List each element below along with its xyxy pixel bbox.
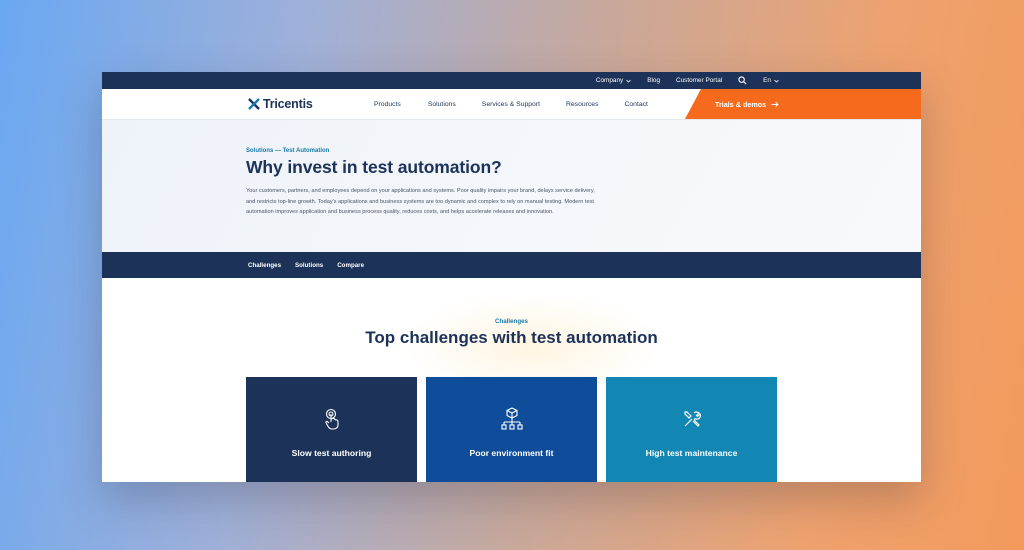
nav-contact[interactable]: Contact xyxy=(624,101,647,108)
search-icon xyxy=(738,76,747,85)
tools-icon xyxy=(683,407,701,431)
card-high-test-maintenance[interactable]: High test maintenance xyxy=(606,377,777,482)
logo-text: Tricentis xyxy=(263,97,313,111)
customer-portal-link[interactable]: Customer Portal xyxy=(676,77,722,84)
card-slow-test-authoring[interactable]: Slow test authoring xyxy=(246,377,417,482)
hero-description: Your customers, partners, and employees … xyxy=(246,188,595,216)
language-selector[interactable]: En xyxy=(763,77,779,84)
trials-demos-button[interactable]: Trials & demos xyxy=(685,89,921,119)
nav-solutions[interactable]: Solutions xyxy=(428,101,456,108)
card-poor-environment-fit[interactable]: Poor environment fit xyxy=(426,377,597,482)
arrow-right-icon xyxy=(771,101,779,107)
blog-link[interactable]: Blog xyxy=(647,77,660,84)
challenge-cards: Slow test authoring Poor environment fit xyxy=(246,377,777,482)
card-label: Slow test authoring xyxy=(291,448,372,458)
section-nav-compare[interactable]: Compare xyxy=(337,262,364,269)
tricentis-logo-icon xyxy=(248,98,260,110)
breadcrumb[interactable]: Solutions — Test Automation xyxy=(246,148,606,154)
nav-links: Products Solutions Services & Support Re… xyxy=(374,89,648,119)
section-nav-challenges[interactable]: Challenges xyxy=(248,262,281,269)
hero-content: Solutions — Test Automation Why invest i… xyxy=(246,148,606,218)
challenges-title: Top challenges with test automation xyxy=(365,328,658,347)
logo[interactable]: Tricentis xyxy=(248,97,313,111)
challenges-eyebrow: Challenges xyxy=(494,318,528,325)
company-menu[interactable]: Company xyxy=(596,77,631,84)
card-label: Poor environment fit xyxy=(469,448,554,458)
chevron-down-icon xyxy=(626,79,631,83)
card-label: High test maintenance xyxy=(645,448,738,458)
company-label: Company xyxy=(595,77,624,84)
nav-services-support[interactable]: Services & Support xyxy=(482,101,540,108)
hero-section: Solutions — Test Automation Why invest i… xyxy=(102,120,921,252)
nav-resources[interactable]: Resources xyxy=(566,101,599,108)
cta-label: Trials & demos xyxy=(715,99,767,109)
section-nav: Challenges Solutions Compare xyxy=(102,252,921,278)
touch-icon xyxy=(323,407,341,431)
language-label: En xyxy=(763,77,771,84)
browser-page: Company Blog Customer Portal En Tricenti… xyxy=(102,72,921,482)
section-nav-solutions[interactable]: Solutions xyxy=(295,262,323,269)
utility-bar: Company Blog Customer Portal En xyxy=(102,72,921,89)
search-button[interactable] xyxy=(738,76,747,85)
network-icon xyxy=(500,407,523,431)
nav-products[interactable]: Products xyxy=(374,101,401,108)
main-nav: Tricentis Products Solutions Services & … xyxy=(102,89,921,120)
page-title: Why invest in test automation? xyxy=(246,157,502,177)
chevron-down-icon xyxy=(774,79,779,83)
